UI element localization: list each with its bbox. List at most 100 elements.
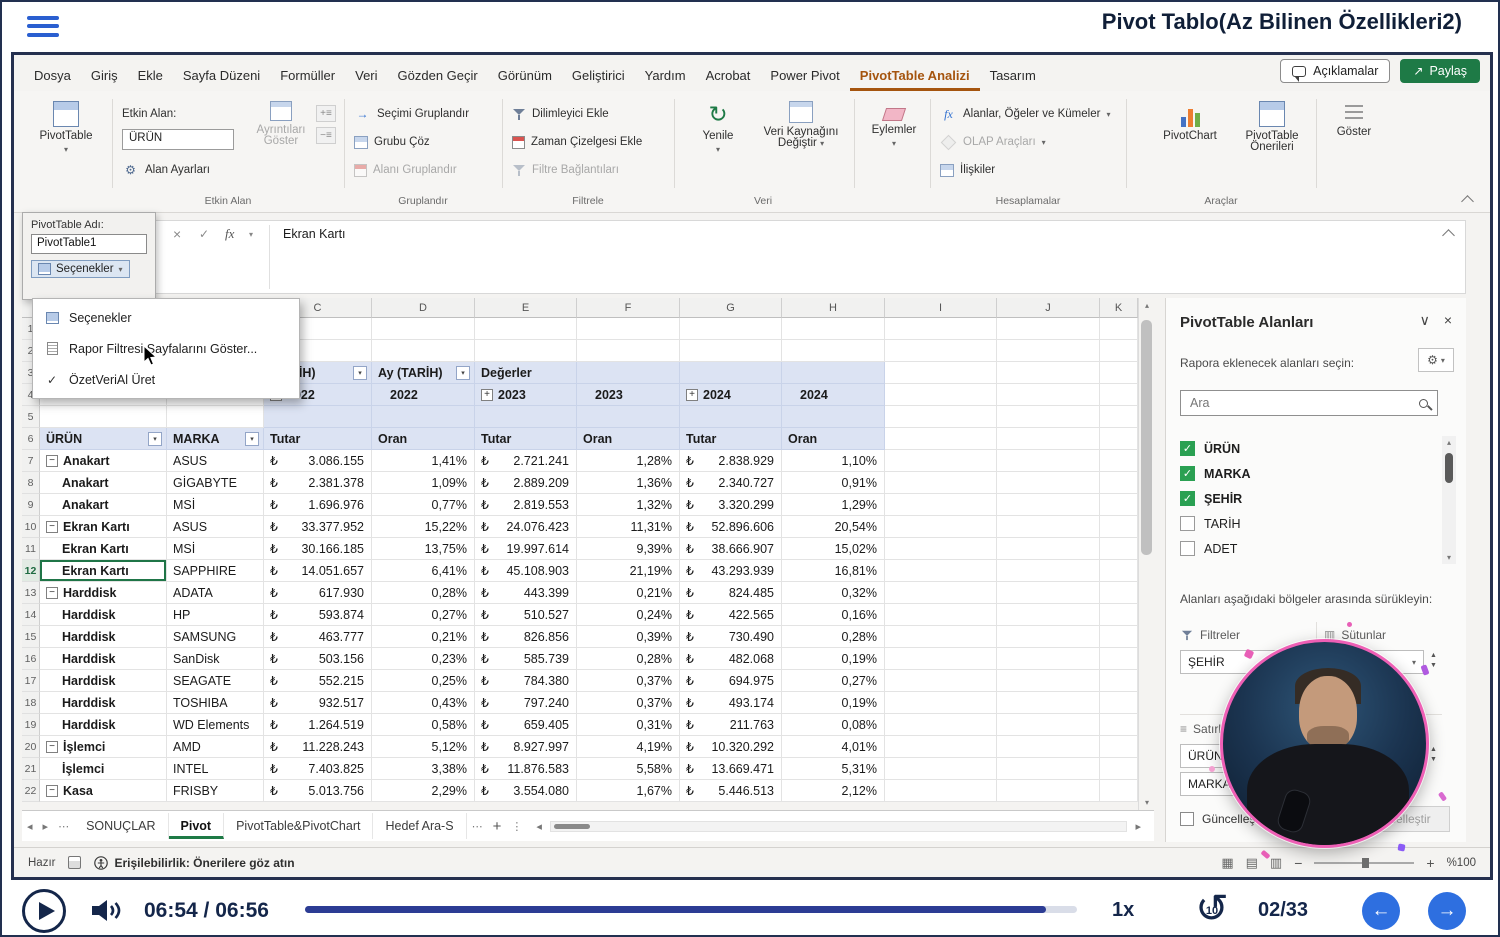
cell[interactable]: −İşlemci: [40, 736, 167, 758]
cell[interactable]: ₺11.228.243: [264, 736, 372, 758]
cell[interactable]: [997, 736, 1100, 758]
previous-button[interactable]: ←: [1362, 892, 1400, 930]
cell[interactable]: [997, 582, 1100, 604]
field-item-şehi̇r[interactable]: ✓ŞEHİR: [1180, 486, 1436, 511]
cell[interactable]: ₺10.320.292: [680, 736, 782, 758]
cell[interactable]: Oran: [577, 428, 680, 450]
column-header-H[interactable]: H: [782, 298, 885, 318]
cell[interactable]: [1100, 560, 1138, 582]
cell[interactable]: ₺2.819.553: [475, 494, 577, 516]
cell[interactable]: 2,29%: [372, 780, 475, 802]
cell[interactable]: [885, 472, 997, 494]
cell[interactable]: MSİ: [167, 538, 264, 560]
formula-bar-value[interactable]: Ekran Kartı: [283, 227, 346, 241]
recommended-pivottables-button[interactable]: PivotTable Önerileri: [1230, 97, 1314, 193]
row-header-7[interactable]: 7: [22, 450, 40, 472]
cell[interactable]: FRISBY: [167, 780, 264, 802]
cell[interactable]: WD Elements: [167, 714, 264, 736]
scrollbar-thumb[interactable]: [1445, 453, 1453, 483]
cell[interactable]: [885, 604, 997, 626]
cell[interactable]: İşlemci: [40, 758, 167, 780]
cell[interactable]: −Kasa: [40, 780, 167, 802]
cell[interactable]: ₺2.889.209: [475, 472, 577, 494]
cell[interactable]: [1100, 758, 1138, 780]
cell[interactable]: Anakart: [40, 494, 167, 516]
cell[interactable]: 6,41%: [372, 560, 475, 582]
cell[interactable]: [475, 318, 577, 340]
cell[interactable]: 0,28%: [782, 626, 885, 648]
ungroup-button[interactable]: Grubu Çöz: [354, 131, 430, 153]
tools-button[interactable]: ⚙▾: [1418, 348, 1454, 372]
cell[interactable]: Oran: [782, 428, 885, 450]
cell[interactable]: [167, 406, 264, 428]
cell[interactable]: [997, 604, 1100, 626]
cell[interactable]: [997, 538, 1100, 560]
formula-bar-collapse-icon[interactable]: [1442, 229, 1455, 242]
row-header-14[interactable]: 14: [22, 604, 40, 626]
cell[interactable]: [1100, 318, 1138, 340]
cell[interactable]: Ekran Kartı: [40, 560, 167, 582]
ribbon-tab-giriş[interactable]: Giriş: [81, 61, 128, 91]
field-checkbox[interactable]: ✓: [1180, 441, 1195, 456]
cell[interactable]: [40, 406, 167, 428]
cell[interactable]: ₺932.517: [264, 692, 372, 714]
cell[interactable]: 0,43%: [372, 692, 475, 714]
volume-button[interactable]: [90, 897, 122, 929]
cell[interactable]: [372, 318, 475, 340]
cell[interactable]: 2022: [372, 384, 475, 406]
fields-items-sets-button[interactable]: fx Alanlar, Öğeler ve Kümeler ▾: [940, 103, 1110, 125]
cell[interactable]: 1,28%: [577, 450, 680, 472]
cell[interactable]: 1,32%: [577, 494, 680, 516]
accessibility-status[interactable]: Erişilebilirlik: Önerilere göz atın: [94, 856, 294, 870]
cell[interactable]: Harddisk: [40, 626, 167, 648]
cell[interactable]: ₺211.763: [680, 714, 782, 736]
cell[interactable]: 21,19%: [577, 560, 680, 582]
insert-function-icon[interactable]: fx: [225, 226, 234, 242]
menu-item-generate-getpivotdata[interactable]: ✓ ÖzetVeriAl Üret: [35, 364, 297, 395]
filter-dropdown-icon[interactable]: ▾: [456, 366, 470, 380]
cell[interactable]: [1100, 384, 1138, 406]
column-header-J[interactable]: J: [997, 298, 1100, 318]
normal-view-icon[interactable]: ▦: [1221, 855, 1233, 871]
cell[interactable]: [885, 362, 997, 384]
cell[interactable]: ₺593.874: [264, 604, 372, 626]
cell[interactable]: ₺797.240: [475, 692, 577, 714]
cell[interactable]: ₺8.927.997: [475, 736, 577, 758]
play-button[interactable]: [22, 889, 66, 933]
column-header-E[interactable]: E: [475, 298, 577, 318]
cell[interactable]: [1100, 626, 1138, 648]
cell[interactable]: Harddisk: [40, 604, 167, 626]
cell[interactable]: [885, 516, 997, 538]
cell[interactable]: ₺52.896.606: [680, 516, 782, 538]
cell[interactable]: ₺493.174: [680, 692, 782, 714]
cell[interactable]: ₺2.340.727: [680, 472, 782, 494]
cell[interactable]: [885, 692, 997, 714]
field-checkbox[interactable]: [1180, 516, 1195, 531]
cell[interactable]: +2024: [680, 384, 782, 406]
collapse-icon[interactable]: −: [46, 455, 58, 467]
cell[interactable]: [577, 406, 680, 428]
cell[interactable]: SAPPHIRE: [167, 560, 264, 582]
cell[interactable]: [997, 780, 1100, 802]
cell[interactable]: 1,67%: [577, 780, 680, 802]
cell[interactable]: 0,27%: [782, 670, 885, 692]
ribbon-tab-pivottable-analizi[interactable]: PivotTable Analizi: [850, 61, 980, 91]
field-item-marka[interactable]: ✓MARKA: [1180, 461, 1436, 486]
cell[interactable]: ₺422.565: [680, 604, 782, 626]
scrollbar-thumb[interactable]: [554, 824, 590, 829]
cell[interactable]: 0,08%: [782, 714, 885, 736]
cell[interactable]: [997, 340, 1100, 362]
cell[interactable]: ₺826.856: [475, 626, 577, 648]
progress-bar[interactable]: [305, 906, 1077, 913]
field-checkbox[interactable]: [1180, 541, 1195, 556]
row-header-17[interactable]: 17: [22, 670, 40, 692]
cell[interactable]: 1,41%: [372, 450, 475, 472]
page-break-view-icon[interactable]: ▥: [1270, 855, 1282, 871]
row-header-20[interactable]: 20: [22, 736, 40, 758]
cell[interactable]: ₺784.380: [475, 670, 577, 692]
menu-icon[interactable]: [27, 11, 59, 41]
cell[interactable]: [997, 362, 1100, 384]
new-sheet-button[interactable]: +: [488, 818, 507, 835]
cell[interactable]: +2023: [475, 384, 577, 406]
ribbon-tab-görünüm[interactable]: Görünüm: [488, 61, 562, 91]
